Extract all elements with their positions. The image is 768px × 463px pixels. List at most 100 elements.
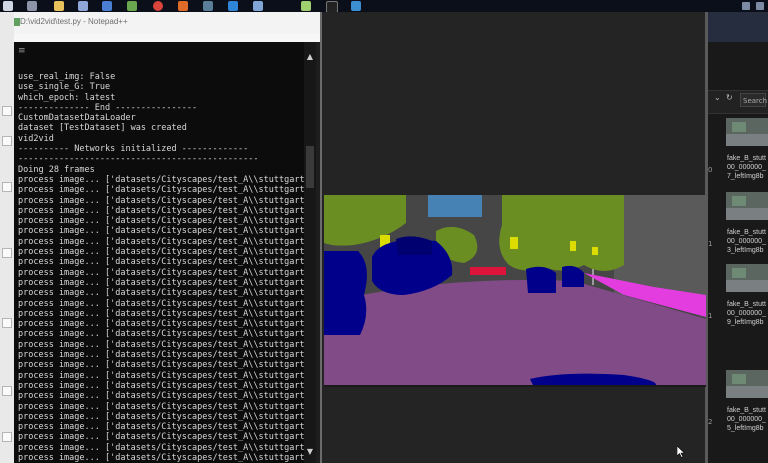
scroll-down-icon[interactable]: ▼ [306,447,314,456]
notepad-title: D:\vid2vid\test.py - Notepad++ [20,17,128,26]
checkbox-icon [2,182,12,192]
console-line: process image... ['datasets/Cityscapes/t… [18,277,304,288]
scroll-up-icon[interactable]: ▲ [306,52,314,61]
car-region [526,266,556,293]
console-line: ---------- Networks initialized --------… [18,144,249,155]
checkbox-icon [2,318,12,328]
checkbox-icon [2,432,12,442]
console-line: process image... ['datasets/Cityscapes/t… [18,267,304,278]
console-line: process image... ['datasets/Cityscapes/t… [18,319,304,330]
console-line: process image... ['datasets/Cityscapes/t… [18,442,304,453]
console-line: process image... ['datasets/Cityscapes/t… [18,329,304,340]
app-icon[interactable] [203,1,213,11]
image-bottom-band [324,385,706,387]
notepad-icon[interactable] [301,1,311,11]
checkbox-icon [2,106,12,116]
app-icon[interactable] [253,1,263,11]
console-output: use_real_img: False use_single_G: True whi… [18,72,304,463]
console-line: process image... ['datasets/Cityscapes/t… [18,298,304,309]
console-menu-icon[interactable]: ≡ [18,46,26,56]
mail-icon[interactable] [78,1,88,11]
car-region [324,251,367,335]
notepad-title-bar[interactable]: D:\vid2vid\test.py - Notepad++ [14,12,320,35]
console-window[interactable]: ≡ use_real_img: False use_single_G: True w… [14,42,304,463]
console-line: process image... ['datasets/Cityscapes/t… [18,185,304,196]
row-number: 2 [708,418,713,426]
segmentation-image [324,195,706,387]
console-line: use_single_G: True [18,82,111,93]
file-explorer-icon[interactable] [54,1,64,11]
person-icon[interactable] [742,2,750,10]
app-icon[interactable] [102,1,112,11]
console-line: process image... ['datasets/Cityscapes/t… [18,360,304,371]
console-line: process image... ['datasets/Cityscapes/t… [18,226,304,237]
console-line: -------------- End ---------------- [18,102,198,113]
file-name[interactable]: fake_B_stutt 00_000000_ 7_leftImg8b [727,154,766,181]
thumbnail[interactable] [726,370,768,398]
console-line: process image... ['datasets/Cityscapes/t… [18,391,304,402]
row-number: 1 [708,312,713,320]
image-viewer-window[interactable] [320,12,708,463]
background-window-strip [0,12,14,463]
image-viewer-icon[interactable] [351,1,361,11]
file-name[interactable]: fake_B_stutt 00_000000_ 3_leftImg8b [727,228,766,255]
console-line: process image... ['datasets/Cityscapes/t… [18,339,304,350]
vegetation-region [499,195,624,271]
system-tray [742,0,764,12]
row-number: 0 [708,166,713,174]
app-icon[interactable] [127,1,137,11]
row-number: 1 [708,240,713,248]
console-line: process image... ['datasets/Cityscapes/t… [18,401,304,412]
console-line: process image... ['datasets/Cityscapes/t… [18,370,304,381]
sign [510,237,518,249]
console-line: process image... ['datasets/Cityscapes/t… [18,350,304,361]
console-line: process image... ['datasets/Cityscapes/t… [18,432,304,443]
thumbnail[interactable] [726,118,768,146]
file-name[interactable]: fake_B_stutt 00_000000_ 5_leftImg8b [727,406,766,433]
console-line: process image... ['datasets/Cityscapes/t… [18,452,304,463]
explorer-ribbon [708,12,768,42]
building-region [614,195,706,295]
file-explorer-window[interactable]: ⌄ ↻ Search 0 fake_B_stutt 00_000000_ 7_l… [708,12,768,463]
scroll-thumb[interactable] [306,146,314,188]
console-line: process image... ['datasets/Cityscapes/t… [18,422,304,433]
person [470,267,506,275]
console-line: process image... ['datasets/Cityscapes/t… [18,411,304,422]
search-input[interactable]: Search [740,93,767,107]
sky-region [428,195,482,217]
app-icon[interactable] [178,1,188,11]
checkbox-icon [2,386,12,396]
notepad-menu-bar [14,34,320,42]
console-line: process image... ['datasets/Cityscapes/t… [18,236,304,247]
app-icon[interactable] [756,2,764,10]
thumbnail[interactable] [726,264,768,292]
dropdown-icon[interactable]: ⌄ [714,93,721,102]
thumbnail[interactable] [726,192,768,220]
taskbar [0,0,768,13]
task-view-icon[interactable] [27,1,37,11]
console-line: which_epoch: latest [18,92,116,103]
console-line: ----------------------------------------… [18,154,259,165]
refresh-icon[interactable]: ↻ [726,93,733,102]
sign [592,247,598,255]
start-icon[interactable] [3,1,13,11]
console-line: CustomDatasetDataLoader [18,113,136,124]
mouse-cursor-icon [677,446,685,458]
console-line: Doing 28 frames [18,164,95,175]
file-name[interactable]: fake_B_stutt 00_000000_ 9_leftImg8b [727,300,766,327]
car-region [396,236,432,255]
chrome-icon[interactable] [153,1,163,11]
sign [570,241,576,251]
console-line: dataset [TestDataset] was created [18,123,187,134]
console-line: process image... ['datasets/Cityscapes/t… [18,380,304,391]
checkbox-icon [2,248,12,258]
console-line: process image... ['datasets/Cityscapes/t… [18,308,304,319]
vscode-icon[interactable] [228,1,238,11]
console-line: process image... ['datasets/Cityscapes/t… [18,247,304,258]
checkbox-icon [2,136,12,146]
console-line: process image... ['datasets/Cityscapes/t… [18,174,304,185]
console-line: vid2vid [18,133,54,144]
console-line: process image... ['datasets/Cityscapes/t… [18,205,304,216]
console-scrollbar[interactable]: ▲ ▼ [304,42,316,463]
console-line: process image... ['datasets/Cityscapes/t… [18,288,304,299]
